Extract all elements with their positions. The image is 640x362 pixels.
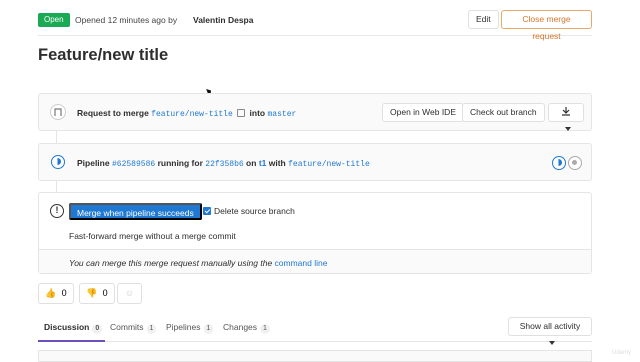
tab-commits[interactable]: Commits 1 <box>110 322 157 334</box>
check-out-branch-button[interactable]: Check out branch <box>462 103 545 122</box>
thumbs-up-button[interactable]: 👍 0 <box>38 283 74 304</box>
merge-when-pipeline-succeeds-button[interactable]: Merge when pipeline succeeds <box>69 203 202 220</box>
target-branch-link[interactable]: master <box>268 110 297 119</box>
page-title: Feature/new title <box>38 46 169 64</box>
stage-pending-icon[interactable] <box>568 156 582 170</box>
pipeline-status: running for <box>157 158 203 168</box>
pipeline-widget: Pipeline #62589586 running for 22f358b6 … <box>38 143 592 181</box>
request-to-merge-text: Request to merge feature/new-title into … <box>77 108 296 119</box>
opened-text: Opened 12 minutes ago by <box>75 15 178 25</box>
smiley-icon: ☺ <box>124 288 135 298</box>
tab-discussion[interactable]: Discussion 0 <box>44 322 103 334</box>
delete-source-branch-label[interactable]: Delete source branch <box>214 206 295 216</box>
timeline-connector <box>56 131 57 143</box>
pipeline-status-text: Pipeline #62589586 running for 22f358b6 … <box>77 158 370 169</box>
tab-changes-label: Changes <box>223 322 258 332</box>
thumbs-down-icon: 👎 <box>86 288 98 298</box>
mr-header: Open Opened 12 minutes ago by Valentin D… <box>38 8 592 41</box>
manual-merge-label: You can merge this merge request manuall… <box>69 258 273 268</box>
merge-request-widget-header: Request to merge feature/new-title into … <box>38 93 592 131</box>
into-label: into <box>249 108 266 118</box>
commit-link[interactable]: 22f358b6 <box>205 160 243 169</box>
edit-button[interactable]: Edit <box>468 10 499 29</box>
merge-widget: ! Merge when pipeline succeeds Delete so… <box>38 192 592 274</box>
thumbs-up-icon: 👍 <box>45 288 57 298</box>
pipeline-branch-link[interactable]: feature/new-title <box>288 160 370 169</box>
thumbs-down-button[interactable]: 👎 0 <box>79 283 115 304</box>
chevron-down-icon <box>549 341 555 345</box>
request-prefix: Request to merge <box>77 108 149 118</box>
tab-pipelines[interactable]: Pipelines 1 <box>166 322 214 334</box>
tab-commits-count: 1 <box>146 324 157 334</box>
pipeline-running-icon[interactable] <box>51 155 65 169</box>
pipeline-label: Pipeline <box>77 158 110 168</box>
close-merge-request-button[interactable]: Close merge request <box>501 10 592 41</box>
tab-discussion-count: 0 <box>92 324 103 334</box>
open-in-web-ide-button[interactable]: Open in Web IDE <box>382 103 464 122</box>
fast-forward-text: Fast-forward merge without a merge commi… <box>69 231 236 241</box>
source-branch-link[interactable]: feature/new-title <box>151 110 233 119</box>
tab-commits-label: Commits <box>110 322 144 332</box>
activity-filter-dropdown[interactable]: Show all activity <box>508 317 592 345</box>
on-label: on <box>246 158 257 168</box>
thumbs-down-count: 0 <box>102 288 108 298</box>
author-link[interactable]: Valentin Despa <box>193 15 253 25</box>
mr-tabs: Discussion 0 Commits 1 Pipelines 1 Changes 1… <box>38 316 592 345</box>
tab-changes-count: 1 <box>260 324 270 334</box>
with-label: with <box>268 158 286 168</box>
delete-source-branch-checkbox[interactable] <box>203 207 211 215</box>
active-tab-indicator <box>38 340 105 342</box>
project-link[interactable]: t1 <box>259 158 267 168</box>
discussion-box <box>38 350 592 362</box>
stage-running-icon[interactable] <box>552 156 566 170</box>
copy-icon[interactable] <box>237 109 246 117</box>
command-line-link[interactable]: command line <box>275 258 328 268</box>
activity-filter-label: Show all activity <box>519 321 581 331</box>
watermark: Udemy <box>612 350 632 356</box>
manual-merge-text: You can merge this merge request manuall… <box>69 258 327 268</box>
tab-discussion-label: Discussion <box>44 322 90 332</box>
thumbs-up-count: 0 <box>61 288 67 298</box>
warning-icon: ! <box>50 204 64 218</box>
branch-icon <box>50 104 66 120</box>
timeline-connector <box>56 181 57 192</box>
download-icon <box>562 107 570 116</box>
download-dropdown-button[interactable] <box>548 103 584 131</box>
add-reaction-button[interactable]: ☺ <box>117 283 142 304</box>
tab-pipelines-count: 1 <box>203 324 214 334</box>
pipeline-id-link[interactable]: #62589586 <box>112 160 155 169</box>
status-badge: Open <box>38 13 70 27</box>
tab-pipelines-label: Pipelines <box>166 322 201 332</box>
chevron-down-icon <box>565 127 571 131</box>
tab-changes[interactable]: Changes 1 <box>223 322 270 334</box>
